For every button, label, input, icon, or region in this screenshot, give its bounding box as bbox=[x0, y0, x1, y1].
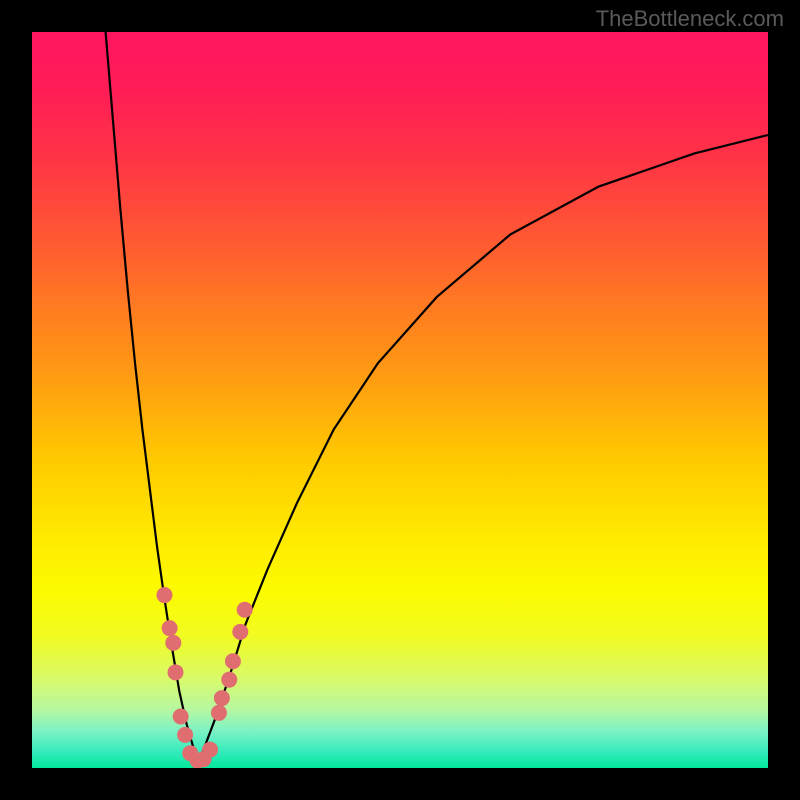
chart-svg bbox=[32, 32, 768, 768]
data-point bbox=[162, 620, 178, 636]
curves-group bbox=[106, 32, 768, 764]
data-point bbox=[221, 672, 237, 688]
data-point bbox=[225, 653, 241, 669]
data-point bbox=[211, 705, 227, 721]
plot-area bbox=[32, 32, 768, 768]
watermark-text: TheBottleneck.com bbox=[596, 6, 784, 32]
points-group bbox=[156, 587, 252, 768]
curve-left-curve bbox=[106, 32, 198, 764]
curve-right-curve bbox=[198, 135, 768, 764]
data-point bbox=[232, 624, 248, 640]
data-point bbox=[168, 664, 184, 680]
data-point bbox=[165, 635, 181, 651]
data-point bbox=[173, 708, 189, 724]
data-point bbox=[177, 727, 193, 743]
data-point bbox=[237, 602, 253, 618]
data-point bbox=[214, 690, 230, 706]
data-point bbox=[202, 742, 218, 758]
data-point bbox=[156, 587, 172, 603]
